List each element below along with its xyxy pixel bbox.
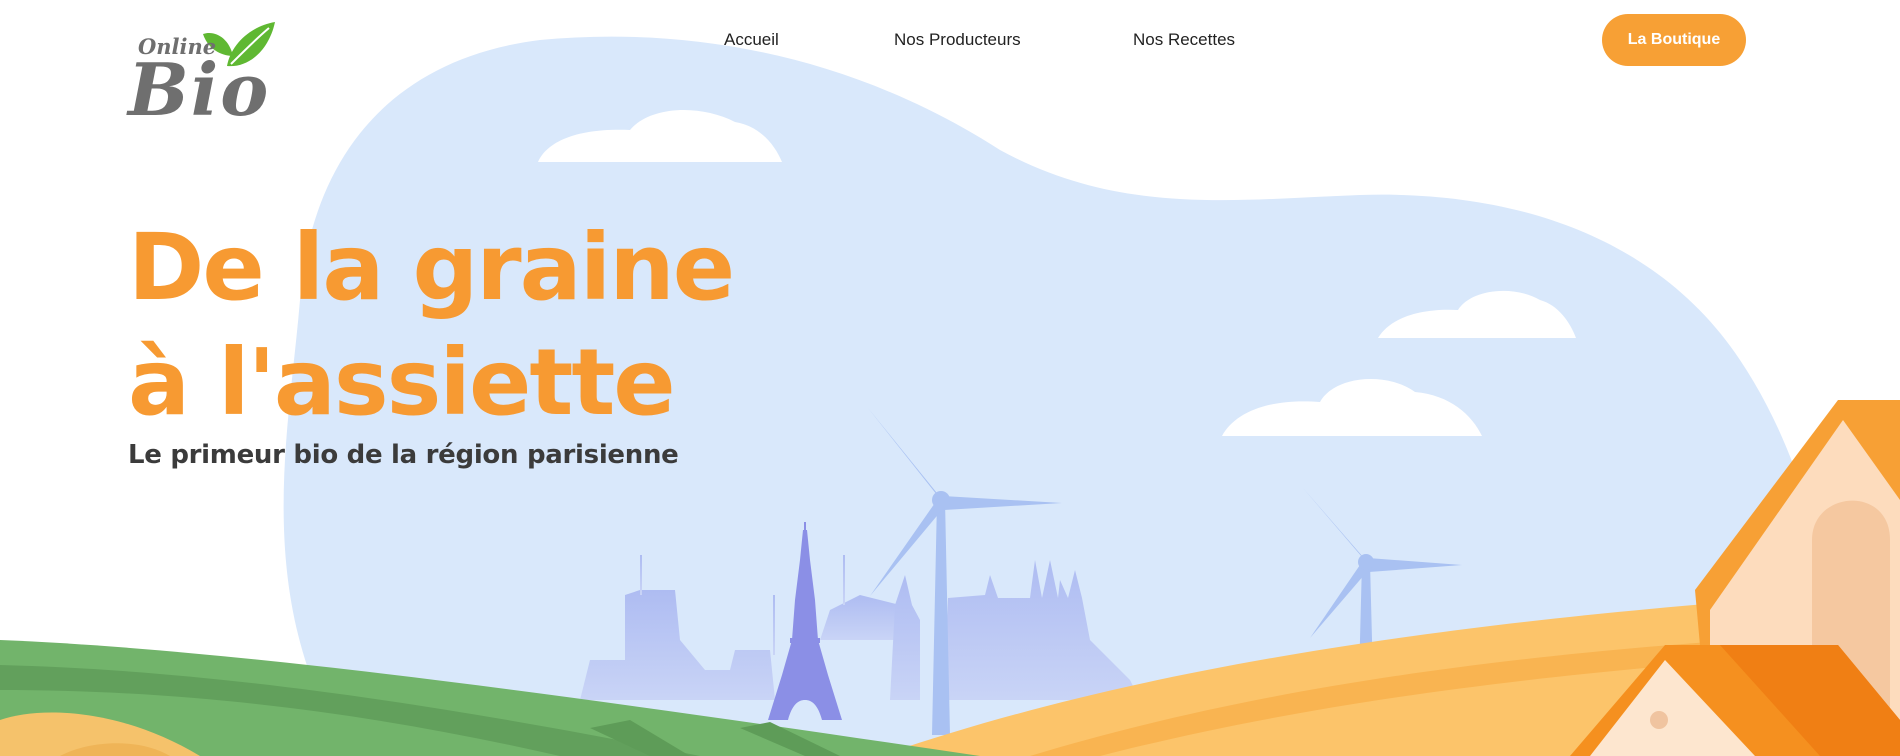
hero-title-line-2: à l'assiette [128, 329, 676, 436]
logo-text-bio: Bio [128, 47, 271, 132]
hero-subtitle: Le primeur bio de la région parisienne [128, 440, 679, 470]
hero-title-line-1: De la graine [128, 214, 735, 321]
nav-link-recettes[interactable]: Nos Recettes [1133, 30, 1235, 50]
nav-link-producteurs[interactable]: Nos Producteurs [894, 30, 1021, 50]
nav-link-accueil[interactable]: Accueil [724, 30, 779, 50]
hero-title: De la graine à l'assiette [128, 210, 735, 440]
hero-section: De la graine à l'assiette Le primeur bio… [128, 210, 735, 470]
boutique-button[interactable]: La Boutique [1602, 14, 1746, 66]
